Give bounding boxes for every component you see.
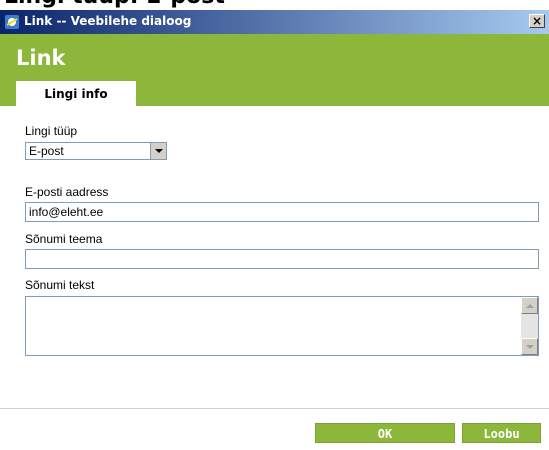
email-field[interactable]: info@eleht.ee: [25, 202, 539, 222]
link-type-select[interactable]: E-post: [25, 142, 167, 160]
chevron-up-icon: [526, 304, 534, 308]
tab-link-info[interactable]: Lingi info: [16, 80, 136, 108]
top-strip: Lingi tüüp: E-post: [0, 0, 549, 10]
body-textarea[interactable]: [25, 296, 539, 356]
dropdown-button[interactable]: [150, 143, 166, 159]
ok-button[interactable]: OK: [315, 423, 455, 443]
scrollbar[interactable]: [521, 297, 538, 355]
window-titlebar[interactable]: Link -- Veebilehe dialoog ×: [0, 10, 549, 34]
cancel-button[interactable]: Loobu: [462, 423, 541, 443]
subject-field[interactable]: [25, 249, 539, 269]
dialog-title: Link: [16, 46, 66, 70]
chevron-down-icon: [155, 149, 163, 153]
chevron-down-icon: [526, 345, 534, 349]
link-type-label: Lingi tüüp: [25, 124, 78, 138]
window-title: Link -- Veebilehe dialoog: [24, 14, 192, 28]
top-strip-text: Lingi tüüp: E-post: [4, 0, 225, 9]
dialog-footer: OK Loobu: [0, 409, 549, 450]
link-form: Lingi tüüp E-post E-posti aadress info@e…: [0, 106, 549, 408]
scroll-up-button[interactable]: [521, 297, 538, 314]
email-label: E-posti aadress: [25, 185, 109, 199]
link-type-value: E-post: [29, 144, 64, 158]
body-label: Sõnumi tekst: [25, 278, 95, 292]
scroll-down-button[interactable]: [521, 338, 538, 355]
close-icon[interactable]: ×: [529, 14, 545, 28]
subject-label: Sõnumi teema: [25, 232, 103, 246]
app-icon: [5, 15, 19, 29]
